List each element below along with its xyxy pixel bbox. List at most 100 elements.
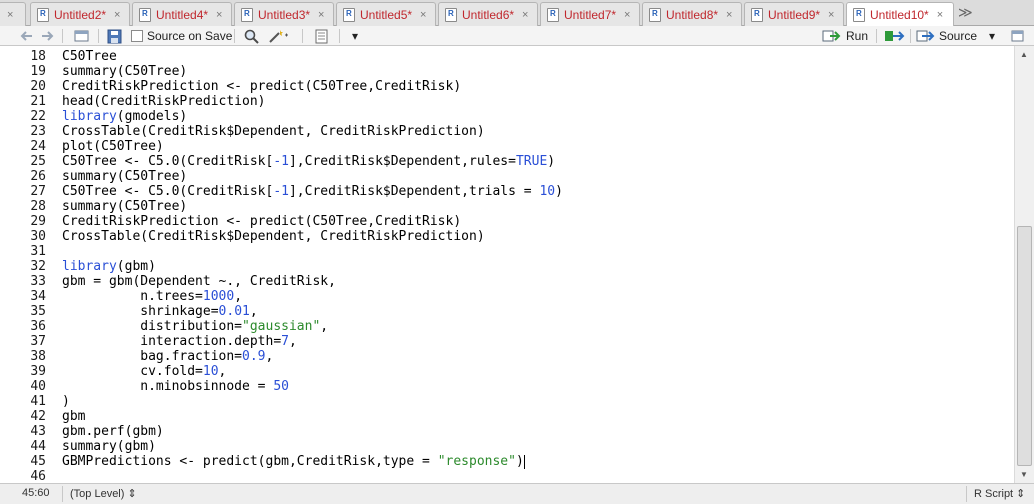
code-line[interactable]: 39 cv.fold=10,	[0, 364, 1014, 379]
close-icon[interactable]: ×	[828, 9, 834, 21]
line-number: 43	[30, 424, 46, 439]
tab-untitled3[interactable]: Untitled3* ×	[234, 2, 334, 26]
code-line[interactable]: 23 CrossTable(CreditRisk$Dependent, Credi…	[0, 124, 1014, 139]
tab-untitled2[interactable]: Untitled2* ×	[30, 2, 130, 26]
code-text[interactable]: summary(C50Tree)	[62, 64, 187, 79]
tab-untitled5[interactable]: Untitled5* ×	[336, 2, 436, 26]
code-line[interactable]: 29 CreditRiskPrediction <- predict(C50Tre…	[0, 214, 1014, 229]
code-line[interactable]: 34 n.trees=1000,	[0, 289, 1014, 304]
run-button[interactable]: Run	[822, 27, 868, 45]
code-line[interactable]: 46	[0, 469, 1014, 483]
code-text[interactable]: distribution="gaussian",	[62, 319, 328, 334]
checkbox-icon[interactable]	[131, 30, 143, 42]
code-line[interactable]: 33 gbm = gbm(Dependent ~., CreditRisk,	[0, 274, 1014, 289]
code-tools-wand-icon[interactable]	[268, 27, 290, 45]
code-line[interactable]: 35 shrinkage=0.01,	[0, 304, 1014, 319]
close-icon[interactable]: ×	[216, 9, 222, 21]
tab-untitled6[interactable]: Untitled6* ×	[438, 2, 538, 26]
code-text[interactable]: gbm.perf(gbm)	[62, 424, 164, 439]
code-text[interactable]: )	[62, 394, 70, 409]
show-in-window-icon[interactable]	[74, 27, 90, 45]
code-line[interactable]: 45 GBMPredictions <- predict(gbm,CreditRi…	[0, 454, 1014, 469]
search-icon[interactable]	[244, 27, 260, 45]
close-icon[interactable]: ×	[318, 9, 324, 21]
code-text[interactable]: summary(C50Tree)	[62, 199, 187, 214]
code-text[interactable]: library(gmodels)	[62, 109, 187, 124]
code-line[interactable]: 31	[0, 244, 1014, 259]
code-text[interactable]: CrossTable(CreditRisk$Dependent, CreditR…	[62, 229, 485, 244]
code-text[interactable]: GBMPredictions <- predict(gbm,CreditRisk…	[62, 454, 525, 469]
code-text[interactable]: library(gbm)	[62, 259, 156, 274]
source-dropdown-icon[interactable]: ▾	[989, 29, 995, 43]
code-line[interactable]: 26 summary(C50Tree)	[0, 169, 1014, 184]
code-text[interactable]: C50Tree <- C5.0(CreditRisk[-1],CreditRis…	[62, 154, 555, 169]
scope-selector[interactable]: (Top Level) ⇕	[70, 487, 137, 500]
code-line[interactable]: 18 C50Tree	[0, 49, 1014, 64]
source-button[interactable]: Source ▾	[916, 27, 995, 45]
code-text[interactable]: bag.fraction=0.9,	[62, 349, 273, 364]
code-text[interactable]: cv.fold=10,	[62, 364, 226, 379]
code-line[interactable]: 44 summary(gbm)	[0, 439, 1014, 454]
code-line[interactable]: 42 gbm	[0, 409, 1014, 424]
rerun-icon[interactable]	[884, 27, 906, 45]
tab-untitled9[interactable]: Untitled9* ×	[744, 2, 844, 26]
code-line[interactable]: 30 CrossTable(CreditRisk$Dependent, Credi…	[0, 229, 1014, 244]
tab-untitled7[interactable]: Untitled7* ×	[540, 2, 640, 26]
file-type-selector[interactable]: R Script ⇕	[974, 487, 1025, 500]
collapse-pane-icon[interactable]	[1010, 27, 1026, 45]
more-options-dropdown[interactable]: ▾	[352, 27, 358, 45]
tab-untitled10[interactable]: Untitled10* ×	[846, 2, 954, 27]
code-text[interactable]: summary(gbm)	[62, 439, 156, 454]
code-line[interactable]: 38 bag.fraction=0.9,	[0, 349, 1014, 364]
scroll-down-icon[interactable]: ▼	[1020, 470, 1028, 479]
code-line[interactable]: 37 interaction.depth=7,	[0, 334, 1014, 349]
back-arrow-icon[interactable]	[20, 27, 34, 45]
code-text[interactable]: CreditRiskPrediction <- predict(C50Tree,…	[62, 214, 461, 229]
close-icon[interactable]: ×	[937, 9, 943, 21]
code-text[interactable]: summary(C50Tree)	[62, 169, 187, 184]
vertical-scrollbar[interactable]: ▲ ▼	[1014, 46, 1034, 483]
tab-overflow-icon[interactable]: ≫	[958, 4, 973, 21]
code-text[interactable]: CrossTable(CreditRisk$Dependent, CreditR…	[62, 124, 485, 139]
code-line[interactable]: 19 summary(C50Tree)	[0, 64, 1014, 79]
close-icon[interactable]: ×	[624, 9, 630, 21]
close-icon[interactable]: ×	[7, 9, 13, 21]
code-line[interactable]: 32 library(gbm)	[0, 259, 1014, 274]
source-on-save-checkbox[interactable]: Source on Save	[131, 27, 232, 45]
scrollbar-thumb[interactable]	[1017, 226, 1032, 466]
tab-untitled4[interactable]: Untitled4* ×	[132, 2, 232, 26]
code-line[interactable]: 21 head(CreditRiskPrediction)	[0, 94, 1014, 109]
code-text[interactable]: interaction.depth=7,	[62, 334, 297, 349]
tab-partial[interactable]: ×	[0, 2, 26, 26]
code-line[interactable]: 36 distribution="gaussian",	[0, 319, 1014, 334]
close-icon[interactable]: ×	[522, 9, 528, 21]
close-icon[interactable]: ×	[114, 9, 120, 21]
code-text[interactable]: head(CreditRiskPrediction)	[62, 94, 266, 109]
code-text[interactable]: C50Tree	[62, 49, 117, 64]
tab-untitled8[interactable]: Untitled8* ×	[642, 2, 742, 26]
code-line[interactable]: 25 C50Tree <- C5.0(CreditRisk[-1],CreditR…	[0, 154, 1014, 169]
code-text[interactable]: shrinkage=0.01,	[62, 304, 257, 319]
code-line[interactable]: 27 C50Tree <- C5.0(CreditRisk[-1],CreditR…	[0, 184, 1014, 199]
close-icon[interactable]: ×	[420, 9, 426, 21]
code-text[interactable]: n.trees=1000,	[62, 289, 242, 304]
code-line[interactable]: 40 n.minobsinnode = 50	[0, 379, 1014, 394]
code-line[interactable]: 43 gbm.perf(gbm)	[0, 424, 1014, 439]
save-icon[interactable]	[107, 27, 122, 45]
code-text[interactable]: n.minobsinnode = 50	[62, 379, 289, 394]
forward-arrow-icon[interactable]	[40, 27, 54, 45]
compile-report-icon[interactable]	[315, 27, 329, 45]
close-icon[interactable]: ×	[726, 9, 732, 21]
code-text[interactable]: gbm	[62, 409, 85, 424]
code-text[interactable]: C50Tree <- C5.0(CreditRisk[-1],CreditRis…	[62, 184, 563, 199]
code-text[interactable]: plot(C50Tree)	[62, 139, 164, 154]
code-line[interactable]: 22 library(gmodels)	[0, 109, 1014, 124]
code-editor[interactable]: 18 C50Tree 19 summary(C50Tree) 20 CreditRiskP…	[0, 46, 1014, 483]
code-line[interactable]: 41)	[0, 394, 1014, 409]
scroll-up-icon[interactable]: ▲	[1020, 50, 1028, 59]
code-text[interactable]: gbm = gbm(Dependent ~., CreditRisk,	[62, 274, 336, 289]
code-line[interactable]: 28 summary(C50Tree)	[0, 199, 1014, 214]
code-text[interactable]: CreditRiskPrediction <- predict(C50Tree,…	[62, 79, 461, 94]
code-line[interactable]: 20 CreditRiskPrediction <- predict(C50Tre…	[0, 79, 1014, 94]
code-line[interactable]: 24 plot(C50Tree)	[0, 139, 1014, 154]
